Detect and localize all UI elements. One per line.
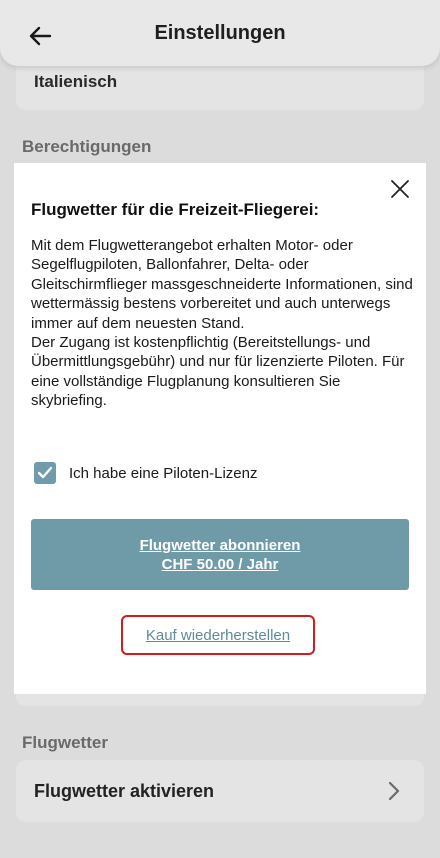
close-icon[interactable] bbox=[390, 179, 410, 199]
checkmark-icon bbox=[37, 466, 53, 479]
subscription-dialog: Flugwetter für die Freizeit-Fliegerei: M… bbox=[14, 163, 426, 694]
license-checkbox-row[interactable]: Ich habe eine Piloten-Lizenz bbox=[34, 460, 257, 486]
subscribe-button-label: Flugwetter abonnieren bbox=[139, 536, 301, 554]
description-paragraph-2: Der Zugang ist kostenpflichtig (Bereitst… bbox=[31, 334, 405, 410]
flight-weather-activate-row[interactable]: Flugwetter aktivieren bbox=[16, 760, 424, 822]
restore-purchase-link[interactable]: Kauf wiederherstellen bbox=[121, 615, 315, 655]
license-checkbox-label: Ich habe eine Piloten-Lizenz bbox=[69, 464, 258, 482]
license-checkbox[interactable] bbox=[34, 462, 56, 484]
subscribe-button[interactable]: Flugwetter abonnieren CHF 50.00 / Jahr bbox=[31, 519, 409, 590]
language-value: Italienisch bbox=[34, 72, 118, 91]
flight-weather-activate-label: Flugwetter aktivieren bbox=[34, 781, 215, 801]
page-title: Einstellungen bbox=[154, 22, 286, 44]
dialog-title: Flugwetter für die Freizeit-Fliegerei: bbox=[31, 200, 320, 219]
subscribe-button-price: CHF 50.00 / Jahr bbox=[161, 555, 279, 573]
chevron-right-icon bbox=[388, 781, 400, 801]
section-label-permissions: Berechtigungen bbox=[22, 137, 152, 156]
section-label-flight-weather: Flugwetter bbox=[22, 733, 108, 752]
description-paragraph-1: Mit dem Flugwetterangebot erhalten Motor… bbox=[31, 237, 413, 332]
app-bar: Einstellungen bbox=[0, 0, 440, 66]
dialog-description: Mit dem Flugwetterangebot erhalten Motor… bbox=[31, 236, 413, 411]
